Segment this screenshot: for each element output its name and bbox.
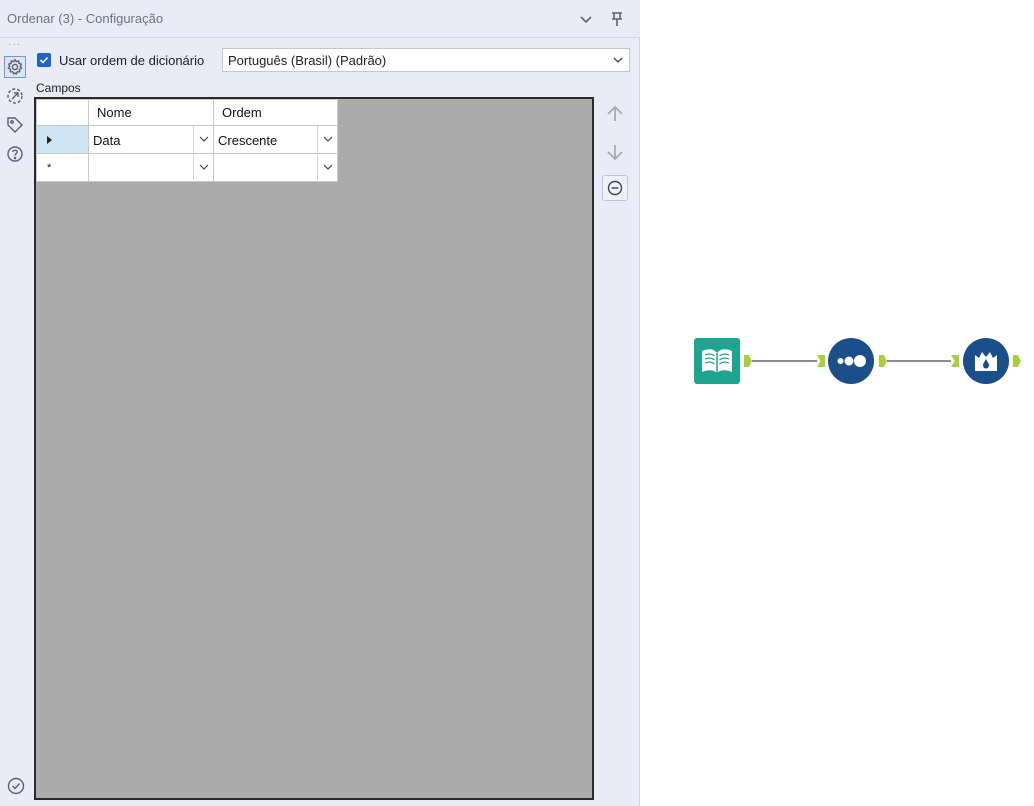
sort-order-value: Crescente <box>218 133 278 148</box>
sort-order-dropdown-button[interactable] <box>317 154 337 180</box>
table-row[interactable]: Data Crescente <box>36 125 338 154</box>
pin-button[interactable] <box>606 8 628 30</box>
column-header-name[interactable]: Nome <box>88 99 214 126</box>
minus-circle-icon <box>607 180 623 196</box>
fields-label: Campos <box>36 81 81 95</box>
book-icon <box>702 349 732 373</box>
field-name-dropdown-button[interactable] <box>193 126 213 152</box>
output-tool[interactable] <box>963 338 1009 384</box>
remove-row-button[interactable] <box>602 175 628 201</box>
output-anchor[interactable] <box>879 355 887 367</box>
sidebar-help[interactable] <box>4 143 26 165</box>
check-circle-icon <box>7 777 25 795</box>
dictionary-order-checkbox[interactable] <box>37 53 51 67</box>
current-row-indicator-icon <box>47 136 52 144</box>
sort-order-dropdown[interactable] <box>213 153 338 182</box>
configuration-panel: Ordenar (3) - Configuração ··· Usar orde… <box>0 0 640 806</box>
panel-sidebar: ··· <box>0 38 30 806</box>
output-anchor[interactable] <box>1013 355 1021 367</box>
sort-tool[interactable] <box>828 338 874 384</box>
language-select-value: Português (Brasil) (Padrão) <box>228 53 387 68</box>
sort-order-dropdown-button[interactable] <box>317 126 337 152</box>
chevron-down-icon <box>613 57 623 63</box>
pin-icon <box>612 12 622 26</box>
tag-icon <box>7 117 23 133</box>
chevron-down-icon <box>323 164 332 170</box>
move-down-button[interactable] <box>602 139 628 165</box>
gear-icon <box>7 58 23 75</box>
output-anchor[interactable] <box>744 355 752 367</box>
field-name-value: Data <box>93 133 121 148</box>
sort-dots-icon <box>837 355 866 367</box>
connection-line[interactable] <box>752 360 817 362</box>
panel-header: Ordenar (3) - Configuração <box>0 0 640 38</box>
row-header-corner <box>36 99 89 126</box>
collapse-button[interactable] <box>575 8 597 30</box>
fields-grid: Nome Ordem Data Crescente * <box>34 97 594 800</box>
sidebar-annotation[interactable] <box>4 114 26 136</box>
table-row[interactable]: * <box>36 153 338 182</box>
arrow-up-icon <box>607 105 623 121</box>
workflow-canvas[interactable] <box>641 0 1034 806</box>
sidebar-layout[interactable] <box>4 85 26 107</box>
chevron-down-icon <box>199 136 208 142</box>
dashed-arrow-circle-icon <box>7 88 23 104</box>
input-data-tool[interactable] <box>694 338 740 384</box>
fields-table: Nome Ordem Data Crescente * <box>36 99 338 182</box>
new-row-selector[interactable]: * <box>36 153 89 182</box>
field-name-dropdown-button[interactable] <box>193 154 213 180</box>
language-select[interactable]: Português (Brasil) (Padrão) <box>222 48 630 72</box>
dictionary-order-label: Usar ordem de dicionário <box>59 53 205 68</box>
panel-title: Ordenar (3) - Configuração <box>7 11 164 26</box>
table-header-row: Nome Ordem <box>36 99 338 126</box>
column-header-order[interactable]: Ordem <box>213 99 338 126</box>
input-anchor[interactable] <box>951 355 959 367</box>
new-row-marker: * <box>47 162 52 174</box>
crown-drop-icon <box>975 352 997 371</box>
move-up-button[interactable] <box>602 101 628 127</box>
check-icon <box>39 56 49 64</box>
sidebar-configuration[interactable] <box>4 56 26 78</box>
chevron-down-icon <box>580 16 592 24</box>
sort-order-dropdown[interactable]: Crescente <box>213 125 338 154</box>
input-anchor[interactable] <box>817 355 825 367</box>
field-name-dropdown[interactable]: Data <box>88 125 214 154</box>
help-icon <box>7 146 23 162</box>
sidebar-overflow-dots[interactable]: ··· <box>8 39 21 50</box>
field-name-dropdown[interactable] <box>88 153 214 182</box>
connection-line[interactable] <box>887 360 951 362</box>
row-selector[interactable] <box>36 125 89 154</box>
chevron-down-icon <box>199 164 208 170</box>
chevron-down-icon <box>323 136 332 142</box>
arrow-down-icon <box>607 145 623 161</box>
